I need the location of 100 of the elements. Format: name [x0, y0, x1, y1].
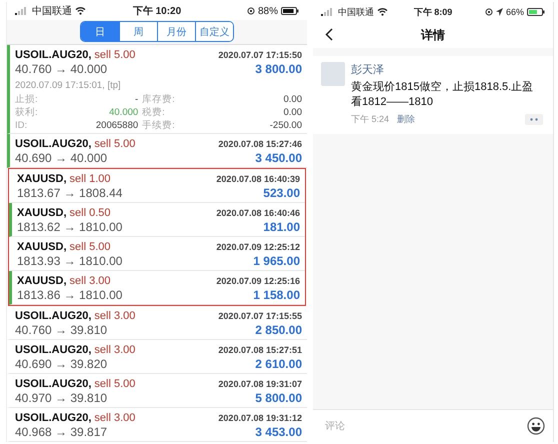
post-text: 黄金现价1815做空，止损1818.5.止盈看1812——1810 — [351, 80, 534, 110]
trade-row[interactable]: XAUUSD, sell 0.50 2020.07.08 16:40:46 1813.62 → 1810.00 181.00 — [9, 203, 305, 237]
trade-row[interactable]: USOIL.AUG20, sell 3.00 2020.07.08 19:31:12 40.968 → 39.817 3 453.00 — [7, 408, 307, 442]
price-change: 1813.86 → 1810.00 — [17, 288, 122, 303]
profit-value: 3 800.00 — [255, 62, 302, 77]
detail-label: 止损: — [15, 93, 38, 106]
trade-volume: sell 5.00 — [94, 138, 136, 150]
price-change: 40.690 → 39.820 — [15, 357, 108, 372]
period-tab[interactable]: 自定义 — [195, 22, 233, 41]
profit-value: 2 850.00 — [255, 323, 302, 338]
open-time: 2020.07.08 19:31:12 — [218, 412, 302, 425]
detail-label: 获利: — [15, 106, 38, 119]
status-time: 下午 10:20 — [132, 6, 182, 17]
detail-value: -250.00 — [268, 119, 302, 132]
trade-volume: sell 3.00 — [94, 310, 136, 322]
period-tab[interactable]: 月份 — [157, 22, 195, 41]
battery-icon — [527, 8, 546, 16]
detail-label: 手续费: — [142, 119, 175, 132]
detail-value: - — [135, 93, 138, 106]
location-arrow-icon — [496, 8, 503, 16]
trade-row[interactable]: XAUUSD, sell 5.00 2020.07.09 12:25:12 1813.93 → 1810.00 1 965.00 — [9, 237, 305, 271]
profit-value: 1 158.00 — [253, 288, 300, 303]
detail-value: 0.00 — [282, 106, 302, 119]
trade-row[interactable]: USOIL.AUG20, sell 3.00 2020.07.08 15:27:51 40.690 → 39.820 2 610.00 — [7, 340, 307, 374]
trade-symbol: USOIL.AUG20, — [15, 378, 92, 390]
battery-icon — [281, 7, 300, 15]
profit-value: 1 965.00 — [253, 254, 300, 269]
status-time: 下午 8:09 — [414, 6, 452, 16]
period-tab[interactable]: 周 — [119, 22, 157, 41]
signal-icon — [321, 8, 335, 16]
profit-value: 5 800.00 — [255, 391, 302, 406]
open-time: 2020.07.08 19:31:07 — [218, 378, 302, 391]
trade-symbol: XAUUSD, — [17, 207, 67, 219]
open-time: 2020.07.07 17:15:55 — [218, 310, 302, 323]
detail-value: 0.00 — [282, 93, 302, 106]
post-time: 下午 5:24 — [351, 112, 390, 126]
price-change: 40.690 → 40.000 — [15, 151, 108, 166]
trade-volume: sell 3.00 — [94, 412, 136, 424]
detail-label: ID: — [15, 119, 28, 132]
author-name[interactable]: 彭天泽 — [351, 62, 543, 77]
trade-detail-card[interactable]: USOIL.AUG20, sell 5.00 2020.07.07 17:15:50 40.760 → 40.000 3 800.00 2020.07.09 17:15:01, [tp] 止损: - 库存费: 0.00 获利: 40.000 税费: 0.00 ID: 20065880 手续费: -250.00 — [7, 45, 307, 134]
price-change: 40.760 → 40.000 — [15, 62, 108, 77]
page-title: 详情 — [421, 26, 445, 44]
rotation-lock-icon — [485, 8, 493, 16]
price-change: 1813.67 → 1808.44 — [17, 186, 122, 201]
profit-value: 2 610.00 — [255, 357, 302, 372]
trade-row[interactable]: USOIL.AUG20, sell 5.00 2020.07.08 15:27:46 40.690 → 40.000 3 450.00 — [7, 134, 307, 168]
trade-symbol: XAUUSD, — [17, 275, 67, 287]
trade-row[interactable]: XAUUSD, sell 1.00 2020.07.08 16:40:39 1813.67 → 1808.44 523.00 — [9, 169, 305, 203]
open-time: 2020.07.09 12:25:12 — [216, 241, 300, 254]
battery-percent: 66% — [506, 7, 524, 17]
trade-row[interactable]: USOIL.AUG20, sell 5.00 2020.07.08 19:31:07 40.970 → 39.810 5 800.00 — [7, 374, 307, 408]
emoji-icon[interactable] — [527, 417, 545, 435]
open-time: 2020.07.09 12:25:16 — [216, 275, 300, 288]
trade-volume: sell 1.00 — [70, 173, 110, 185]
detail-label: 税费: — [142, 106, 166, 119]
rotation-lock-icon — [247, 7, 255, 15]
wifi-icon — [377, 8, 388, 16]
trade-volume: sell 3.00 — [94, 344, 136, 356]
open-time: 2020.07.08 16:40:39 — [216, 173, 300, 186]
trade-volume: sell 5.00 — [94, 49, 136, 61]
trade-volume: sell 0.50 — [70, 207, 110, 219]
trade-symbol: XAUUSD, — [17, 241, 67, 253]
carrier-name: 中国联通 — [338, 6, 374, 18]
delete-link[interactable]: 删除 — [397, 112, 416, 126]
price-change: 40.968 → 39.817 — [15, 425, 108, 440]
detail-value: 20065880 — [96, 119, 138, 132]
price-change: 1813.62 → 1810.00 — [17, 220, 122, 235]
trade-symbol: USOIL.AUG20, — [15, 344, 92, 356]
trade-symbol: USOIL.AUG20, — [15, 49, 92, 61]
trade-symbol: USOIL.AUG20, — [15, 310, 92, 322]
open-time: 2020.07.08 16:40:46 — [216, 207, 300, 220]
close-time: 2020.07.09 17:15:01, [tp] — [15, 79, 122, 92]
profit-value: 181.00 — [263, 220, 300, 235]
price-change: 40.760 → 39.810 — [15, 323, 108, 338]
profit-value: 523.00 — [263, 186, 300, 201]
profit-value: 3 453.00 — [255, 425, 302, 440]
trade-symbol: USOIL.AUG20, — [15, 412, 92, 424]
open-time: 2020.07.07 17:15:50 — [218, 49, 302, 62]
open-time: 2020.07.08 15:27:51 — [218, 344, 302, 357]
wifi-icon — [75, 7, 86, 15]
dots-icon — [530, 118, 538, 121]
signal-icon — [15, 7, 29, 15]
trade-symbol: USOIL.AUG20, — [15, 138, 92, 150]
avatar-image — [321, 62, 345, 86]
period-tab[interactable]: 日 — [81, 22, 119, 41]
price-change: 1813.93 → 1810.00 — [17, 254, 122, 269]
trade-volume: sell 5.00 — [94, 378, 136, 390]
trade-row[interactable]: USOIL.AUG20, sell 3.00 2020.07.07 17:15:55 40.760 → 39.810 2 850.00 — [7, 306, 307, 340]
price-change: 40.970 → 39.810 — [15, 391, 108, 406]
trade-volume: sell 5.00 — [70, 241, 110, 253]
trade-symbol: XAUUSD, — [17, 173, 67, 185]
battery-percent: 88% — [258, 6, 278, 16]
more-button[interactable] — [525, 114, 543, 125]
profit-value: 3 450.00 — [255, 151, 302, 166]
trade-row[interactable]: XAUUSD, sell 3.00 2020.07.09 12:25:16 1813.86 → 1810.00 1 158.00 — [9, 271, 305, 305]
carrier-name: 中国联通 — [32, 4, 72, 18]
open-time: 2020.07.08 15:27:46 — [218, 138, 302, 151]
detail-label: 库存费: — [142, 93, 175, 106]
detail-value: 40.000 — [109, 106, 138, 119]
